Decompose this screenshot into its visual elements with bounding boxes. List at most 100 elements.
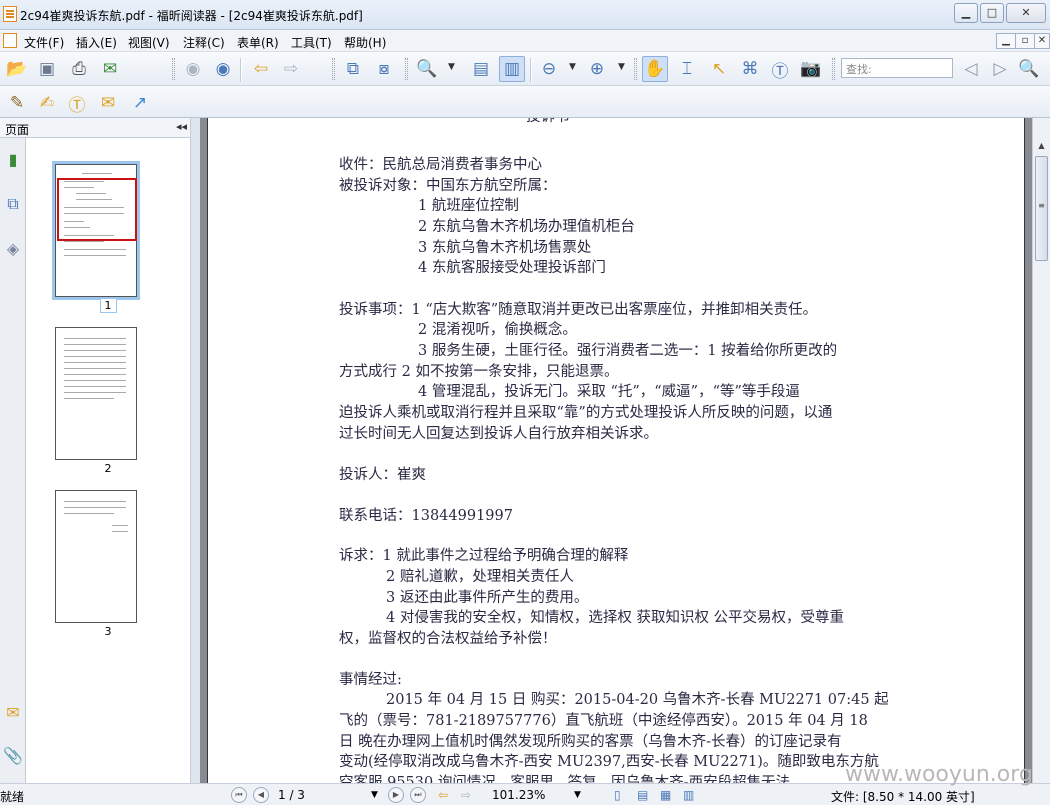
zoom-level[interactable]: 101.23%	[492, 788, 545, 802]
previous-page-icon[interactable]: ◀	[253, 787, 269, 803]
maximize-button[interactable]: □	[980, 3, 1004, 23]
back-arrow-icon[interactable]: ⇦	[248, 56, 274, 82]
annotation-toolbar: ✎ ✍ Ⓣ ✉ ↗	[0, 86, 1050, 118]
typewriter-icon[interactable]: ✍	[34, 90, 60, 116]
collapse-panel-icon[interactable]: ◂◂	[176, 120, 187, 133]
email-icon[interactable]: ✉	[97, 56, 123, 82]
attachments-tab-icon[interactable]: 📎	[3, 744, 23, 766]
snapshot-camera-icon[interactable]: 📷	[798, 56, 824, 82]
layers-tab-icon[interactable]: ◈	[3, 237, 23, 259]
page-thumbnail[interactable]	[55, 490, 137, 623]
chevron-down-icon[interactable]: ▼	[618, 62, 625, 72]
window-title: 2c94崔爽投诉东航.pdf - 福昕阅读器 - [2c94崔爽投诉东航.pdf…	[20, 9, 363, 23]
page-indicator[interactable]: 1 / 3	[278, 788, 305, 802]
page-number-label: 1	[26, 298, 190, 313]
fit-page-icon[interactable]: ▤	[468, 56, 494, 82]
chevron-down-icon[interactable]: ▼	[371, 790, 378, 800]
scroll-grip-icon: ≡	[1038, 201, 1045, 210]
text-tool-icon[interactable]: Ⓣ	[767, 56, 793, 82]
doc-restore-button[interactable]: ▫	[1015, 33, 1035, 49]
minimize-button[interactable]: ▁	[954, 3, 978, 23]
document-icon	[3, 33, 17, 48]
doc-line: 3 返还由此事件所产生的费用。	[386, 590, 589, 606]
file-size-info: 文件: [8.50 * 14.00 英寸]	[831, 790, 975, 804]
single-page-icon[interactable]: ▯	[614, 788, 621, 802]
open-folder-icon[interactable]: 📂	[4, 56, 30, 82]
menu-view[interactable]: 视图(V)	[128, 34, 170, 51]
search-input[interactable]: 查找:	[841, 58, 953, 78]
zoom-out-icon[interactable]: ⊖	[536, 56, 562, 82]
find-binoculars-icon[interactable]: ⌘	[737, 56, 763, 82]
forward-view-icon[interactable]: ⇨	[461, 788, 471, 802]
print-icon[interactable]: ⎙	[66, 56, 92, 82]
zoom-tool-icon[interactable]: 🔍	[414, 56, 440, 82]
doc-line: 过长时间无人回复达到投诉人自行放弃相关诉求。	[339, 426, 658, 442]
menu-comment[interactable]: 注释(C)	[183, 34, 225, 51]
previous-page-icon[interactable]: ◉	[180, 56, 206, 82]
doc-close-button[interactable]: ✕	[1034, 33, 1050, 49]
toolbar-grip	[832, 58, 835, 80]
chevron-down-icon[interactable]: ▼	[574, 790, 581, 800]
find-next-icon[interactable]: ▷	[987, 56, 1013, 82]
facing-icon[interactable]: ▦	[660, 788, 671, 802]
doc-line: 4 管理混乱，投诉无门。采取 “托”，“威逼”，“等”等手段逼	[418, 384, 800, 400]
first-page-icon[interactable]: ⏮	[231, 787, 247, 803]
next-page-icon[interactable]: ◉	[210, 56, 236, 82]
toolbar-grip	[405, 58, 408, 80]
highlight-tool-icon[interactable]: ✎	[4, 90, 30, 116]
doc-minimize-button[interactable]: ▁	[996, 33, 1016, 49]
continuous-facing-icon[interactable]: ▥	[683, 788, 694, 802]
navigation-tab-strip: ▮ ⧉ ◈ ✉ 📎	[0, 138, 26, 783]
panel-splitter[interactable]	[190, 118, 200, 783]
select-text-icon[interactable]: ⌶	[674, 56, 700, 82]
doc-line: 方式成行 2 如不按第一条安排，只能退票。	[339, 364, 619, 380]
visible-area-indicator	[57, 178, 137, 241]
menu-help[interactable]: 帮助(H)	[344, 34, 386, 51]
pdf-page: 投诉书 收件：民航总局消费者事务中心 被投诉对象：中国东方航空所属： 1 航班座…	[207, 118, 1025, 783]
page-thumbnail[interactable]	[55, 327, 137, 460]
arrow-tool-icon[interactable]: ↗	[127, 90, 153, 116]
menu-insert[interactable]: 插入(E)	[76, 34, 117, 51]
textbox-icon[interactable]: Ⓣ	[64, 90, 90, 116]
foxit-app-icon	[3, 6, 17, 22]
save-icon[interactable]: ▣	[34, 56, 60, 82]
back-view-icon[interactable]: ⇦	[438, 788, 448, 802]
note-icon[interactable]: ✉	[95, 90, 121, 116]
page-thumbnail[interactable]	[52, 161, 140, 300]
bookmarks-tab-icon[interactable]: ⧉	[3, 193, 23, 215]
doc-heading: 投诉书	[526, 118, 570, 128]
search-icon[interactable]: 🔍	[1016, 56, 1042, 82]
doc-line: 空客服 95530 询问情况，客服里...答复，因乌鲁木齐-西安段超售无法	[339, 775, 791, 783]
chevron-down-icon[interactable]: ▼	[569, 62, 576, 72]
vertical-scrollbar[interactable]: ▲ ≡	[1032, 118, 1050, 783]
scroll-up-icon[interactable]: ▲	[1034, 138, 1049, 154]
pages-tab-icon[interactable]: ▮	[3, 148, 23, 170]
toolbar-grip	[332, 58, 335, 80]
watermark: www.wooyun.org	[845, 762, 1033, 787]
chevron-down-icon[interactable]: ▼	[448, 62, 455, 72]
doc-line: 4 东航客服接受处理投诉部门	[418, 260, 606, 276]
last-page-icon[interactable]: ⏭	[410, 787, 426, 803]
select-arrow-icon[interactable]: ↖	[706, 56, 732, 82]
status-ready: 就绪	[0, 790, 25, 804]
doc-line: 2015 年 04 月 15 日 购买：2015-04-20 乌鲁木齐-长春 M…	[386, 692, 889, 708]
next-page-icon[interactable]: ▶	[388, 787, 404, 803]
doc-line: 飞的（票号：781-2189757776）直飞航班（中途经停西安）。2015 年…	[339, 713, 868, 729]
separator	[530, 58, 531, 82]
fit-width-icon[interactable]: ▥	[499, 56, 525, 82]
forward-arrow-icon[interactable]: ⇨	[278, 56, 304, 82]
doc-line: 被投诉对象：中国东方航空所属：	[339, 178, 557, 194]
insert-page-icon[interactable]: ⧇	[371, 56, 397, 82]
find-previous-icon[interactable]: ◁	[958, 56, 984, 82]
menu-file[interactable]: 文件(F)	[24, 34, 64, 51]
menu-bar: 文件(F) 插入(E) 视图(V) 注释(C) 表单(R) 工具(T) 帮助(H…	[0, 30, 1050, 52]
hand-tool-icon[interactable]: ✋	[642, 56, 668, 82]
menu-tools[interactable]: 工具(T)	[291, 34, 332, 51]
extract-page-icon[interactable]: ⧉	[340, 56, 366, 82]
continuous-icon[interactable]: ▤	[637, 788, 648, 802]
zoom-in-icon[interactable]: ⊕	[584, 56, 610, 82]
menu-form[interactable]: 表单(R)	[237, 34, 279, 51]
doc-line: 2 混淆视听，偷换概念。	[418, 322, 577, 338]
close-button[interactable]: ✕	[1006, 3, 1046, 23]
comments-tab-icon[interactable]: ✉	[3, 701, 23, 723]
